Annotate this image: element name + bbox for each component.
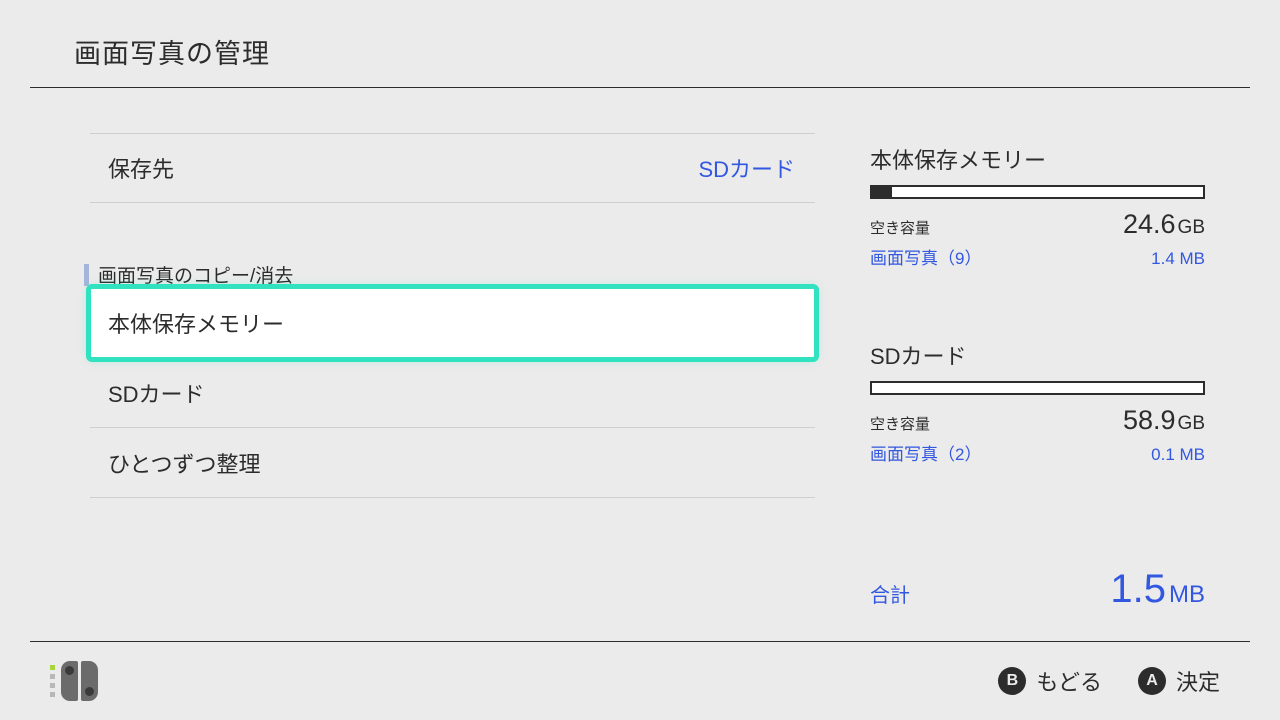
- ok-button-label: 決定: [1176, 665, 1220, 697]
- storage-total-label: 合計: [870, 579, 910, 608]
- storage-free-line: 空き容量 58.9GB: [870, 405, 1205, 436]
- storage-title: SDカード: [870, 339, 1205, 371]
- ok-button[interactable]: A 決定: [1138, 665, 1220, 697]
- storage-screenshots-size: 1.4 MB: [1151, 249, 1205, 269]
- storage-sd-card: SDカード 空き容量 58.9GB 画面写真（2） 0.1 MB: [870, 339, 1205, 465]
- storage-free-label: 空き容量: [870, 217, 930, 238]
- menu-item-label: ひとつずつ整理: [108, 447, 260, 479]
- menu-item-label: 本体保存メモリー: [108, 307, 284, 339]
- storage-free-value: 58.9GB: [1123, 405, 1205, 436]
- storage-system-memory: 本体保存メモリー 空き容量 24.6GB 画面写真（9） 1.4 MB: [870, 143, 1205, 269]
- menu-item-system-memory[interactable]: 本体保存メモリー: [90, 288, 815, 358]
- back-button-label: もどる: [1036, 665, 1102, 697]
- menu-item-label: SDカード: [108, 377, 205, 409]
- controller-icon: [50, 661, 98, 701]
- footer: B もどる A 決定: [0, 642, 1280, 720]
- section-header-label: 画面写真のコピー/消去: [98, 261, 293, 288]
- section-header-copy-delete: 画面写真のコピー/消去: [84, 261, 815, 288]
- storage-total: 合計 1.5MB: [870, 567, 1205, 612]
- storage-free-label: 空き容量: [870, 413, 930, 434]
- page-title: 画面写真の管理: [74, 32, 1280, 71]
- storage-bar: [870, 381, 1205, 395]
- storage-title: 本体保存メモリー: [870, 143, 1205, 175]
- storage-bar: [870, 185, 1205, 199]
- storage-total-value: 1.5MB: [1110, 567, 1205, 612]
- save-destination-row[interactable]: 保存先 SDカード: [90, 133, 815, 203]
- back-button[interactable]: B もどる: [998, 665, 1102, 697]
- content-area: 保存先 SDカード 画面写真のコピー/消去 本体保存メモリー SDカード ひとつ…: [0, 88, 1280, 642]
- save-destination-label: 保存先: [108, 152, 174, 184]
- storage-bar-fill: [872, 187, 892, 197]
- header: 画面写真の管理: [0, 0, 1280, 89]
- storage-screenshots-line[interactable]: 画面写真（2） 0.1 MB: [870, 440, 1205, 465]
- a-button-icon: A: [1138, 667, 1166, 695]
- player-indicator-icon: [50, 665, 55, 697]
- section-marker-icon: [84, 264, 89, 286]
- menu-item-sd-card[interactable]: SDカード: [90, 358, 815, 428]
- joycon-icon: [61, 661, 98, 701]
- storage-panel: 本体保存メモリー 空き容量 24.6GB 画面写真（9） 1.4 MB SDカー…: [815, 88, 1280, 642]
- storage-screenshots-size: 0.1 MB: [1151, 445, 1205, 465]
- storage-screenshots-link: 画面写真（9）: [870, 244, 981, 269]
- storage-screenshots-link: 画面写真（2）: [870, 440, 981, 465]
- footer-buttons: B もどる A 決定: [998, 665, 1220, 697]
- storage-free-value: 24.6GB: [1123, 209, 1205, 240]
- settings-list: 保存先 SDカード 画面写真のコピー/消去 本体保存メモリー SDカード ひとつ…: [0, 88, 815, 642]
- b-button-icon: B: [998, 667, 1026, 695]
- storage-screenshots-line[interactable]: 画面写真（9） 1.4 MB: [870, 244, 1205, 269]
- save-destination-value: SDカード: [698, 152, 795, 184]
- storage-free-line: 空き容量 24.6GB: [870, 209, 1205, 240]
- menu-item-manage-individually[interactable]: ひとつずつ整理: [90, 428, 815, 498]
